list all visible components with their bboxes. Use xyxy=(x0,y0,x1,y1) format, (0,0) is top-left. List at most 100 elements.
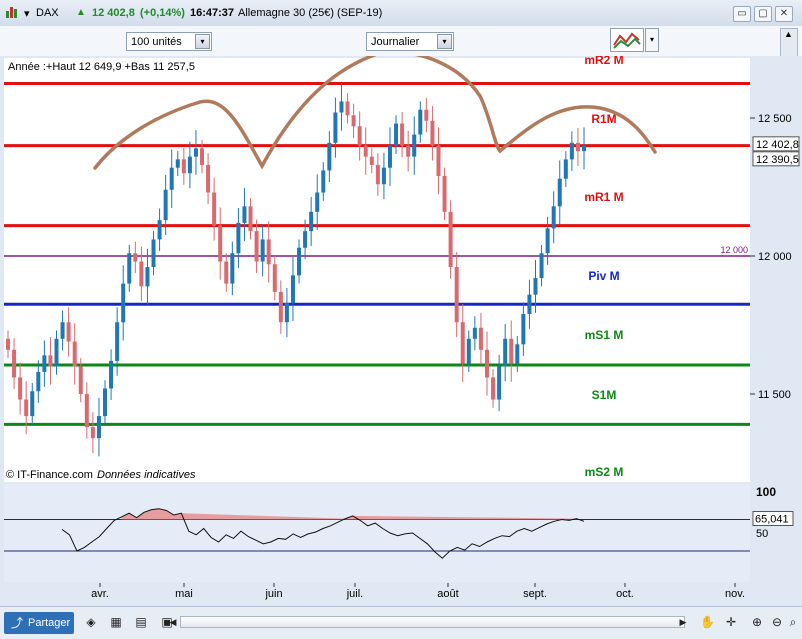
candle-body xyxy=(575,142,580,152)
price-chart[interactable]: mR2 M R1M mR1 M Piv M mS1 M S1M mS2 M 12 500 12… xyxy=(0,50,802,608)
candle-body xyxy=(315,192,320,212)
candle-body xyxy=(527,294,532,314)
candle-body xyxy=(430,120,435,146)
candle-body xyxy=(412,134,417,157)
candle-body xyxy=(472,327,477,339)
candle-body xyxy=(145,267,150,287)
scroll-right-icon[interactable]: ▶ xyxy=(676,615,690,629)
candle-body xyxy=(18,377,23,400)
title-bar: ▾ DAX ▲ 12 402,8 (+0,14%) 16:47:37 Allem… xyxy=(0,0,802,27)
period-select-value: Journalier xyxy=(371,36,420,48)
oscillator-value: 65,041 xyxy=(755,514,789,526)
candle-body xyxy=(6,338,10,350)
guide-line-label: 12 000 xyxy=(720,245,748,255)
candle-body xyxy=(127,253,132,284)
close-button[interactable]: ✕ xyxy=(775,6,793,22)
layers-icon[interactable]: ◈ xyxy=(84,615,98,629)
candle-body xyxy=(327,142,332,171)
search-icon[interactable]: ⌕ xyxy=(786,615,800,629)
candle-body xyxy=(248,206,253,232)
candle-body xyxy=(36,371,41,392)
indicators-dropdown[interactable]: ▾ xyxy=(645,28,659,52)
scrollbar-thumb[interactable] xyxy=(181,617,681,627)
dropdown-caret[interactable]: ▾ xyxy=(24,7,30,20)
candle-body xyxy=(400,123,405,146)
restore-button[interactable]: ▢ xyxy=(754,6,772,22)
candle-body xyxy=(260,239,265,262)
candle-body xyxy=(297,247,302,276)
units-select-arrow[interactable]: ▾ xyxy=(195,34,210,49)
price-panel xyxy=(4,58,750,482)
candle-body xyxy=(460,322,465,364)
scroll-left-icon[interactable]: ◀ xyxy=(166,615,180,629)
candle-body xyxy=(224,261,229,284)
level-label-4: mS1 M xyxy=(585,328,624,342)
candle-body xyxy=(539,253,544,279)
candle-body xyxy=(582,145,586,152)
level-label-6: mS2 M xyxy=(585,465,624,479)
candle-body xyxy=(394,123,399,146)
level-label-2: mR1 M xyxy=(584,190,623,204)
period-select[interactable]: Journalier ▾ xyxy=(366,32,454,51)
chart-area[interactable]: mR2 M R1M mR1 M Piv M mS1 M S1M mS2 M 12 500 12… xyxy=(0,50,802,608)
candle-body xyxy=(151,239,156,268)
candle-body xyxy=(193,148,198,157)
table-icon[interactable]: ▦ xyxy=(109,615,123,629)
candle-body xyxy=(521,313,526,345)
hand-icon[interactable]: ✋ xyxy=(700,615,715,629)
minimize-button[interactable]: ▭ xyxy=(733,6,751,22)
horizontal-scrollbar[interactable] xyxy=(180,616,685,628)
candle-body xyxy=(375,164,380,185)
crosshair-icon[interactable]: ✛ xyxy=(724,615,738,629)
oscillator-tick-label: 50 xyxy=(756,528,768,540)
vertical-scrollbar[interactable]: ▲ xyxy=(780,28,798,58)
candle-body xyxy=(381,167,386,185)
candle-body xyxy=(466,338,471,364)
x-tick-label: nov. xyxy=(725,588,745,600)
candle-body xyxy=(30,391,35,417)
candle-body xyxy=(212,192,217,226)
symbol-name[interactable]: DAX xyxy=(36,7,59,19)
candle-body xyxy=(387,145,392,168)
candle-body xyxy=(497,366,502,400)
bottom-toolbar: ⤴ Partager ◈ ▦ ▤ ▣ ◀ ▶ ✋ ✛ ⊕ ⊖ ⌕ xyxy=(0,606,802,639)
share-icon: ⤴ xyxy=(11,616,24,630)
candle-body xyxy=(139,261,144,287)
scroll-up-icon[interactable]: ▲ xyxy=(784,29,793,39)
share-button[interactable]: ⤴ Partager xyxy=(4,612,74,634)
candle-body xyxy=(200,148,205,165)
candle-body xyxy=(175,159,180,168)
candle-body xyxy=(557,178,562,207)
grid-icon[interactable]: ▤ xyxy=(134,615,148,629)
indicators-icon xyxy=(613,32,641,49)
candle-body xyxy=(309,211,314,232)
level-label-1: R1M xyxy=(591,112,616,126)
chart-toolbar: 100 unités ▾ Journalier ▾ ▾ ▲ xyxy=(0,26,802,58)
candle-body xyxy=(84,394,89,428)
indicators-button[interactable] xyxy=(610,28,644,52)
candle-body xyxy=(339,101,344,113)
x-tick-label: juin xyxy=(264,588,282,600)
period-select-arrow[interactable]: ▾ xyxy=(437,34,452,49)
candle-body xyxy=(115,322,120,361)
price-change: (+0,14%) xyxy=(140,7,185,19)
last-close-label: 12 390,5 xyxy=(756,154,799,166)
candle-body xyxy=(545,228,550,254)
x-tick-label: juil. xyxy=(346,588,364,600)
candle-body xyxy=(236,222,241,254)
candle-body xyxy=(515,344,520,364)
zoom-out-icon[interactable]: ⊖ xyxy=(770,615,784,629)
candle-body xyxy=(96,416,101,439)
zoom-in-icon[interactable]: ⊕ xyxy=(750,615,764,629)
data-disclaimer: Données indicatives xyxy=(97,469,196,481)
candle-body xyxy=(418,109,423,135)
copyright-text: © IT-Finance.com xyxy=(6,469,93,481)
oscillator-tick-label: 100 xyxy=(756,485,776,499)
units-select[interactable]: 100 unités ▾ xyxy=(126,32,212,51)
oscillator-panel xyxy=(4,484,750,582)
candle-body xyxy=(278,291,283,323)
candle-body xyxy=(369,156,374,165)
candle-body xyxy=(218,225,223,262)
candle-body xyxy=(181,159,186,174)
candle-body xyxy=(230,253,235,284)
